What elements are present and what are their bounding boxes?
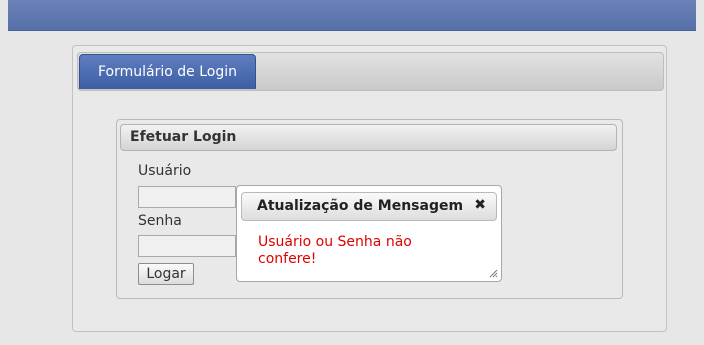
- dialog-title: Atualização de Mensagem: [257, 198, 464, 214]
- username-input[interactable]: [138, 186, 236, 208]
- password-label: Senha: [138, 213, 182, 229]
- login-fieldset-legend: Efetuar Login: [120, 124, 617, 151]
- dialog-titlebar[interactable]: Atualização de Mensagem ✖: [241, 192, 497, 221]
- tab-login-form[interactable]: Formulário de Login: [79, 54, 256, 89]
- close-icon[interactable]: ✖: [474, 197, 486, 213]
- error-message: Usuário ou Senha não confere!: [258, 234, 412, 267]
- username-label: Usuário: [138, 163, 192, 179]
- password-input[interactable]: [138, 235, 236, 257]
- message-dialog: Atualização de Mensagem ✖ Usuário ou Sen…: [236, 185, 502, 282]
- login-button[interactable]: Logar: [138, 263, 194, 285]
- top-header-bar: [8, 0, 696, 31]
- resize-handle-icon[interactable]: [488, 268, 498, 278]
